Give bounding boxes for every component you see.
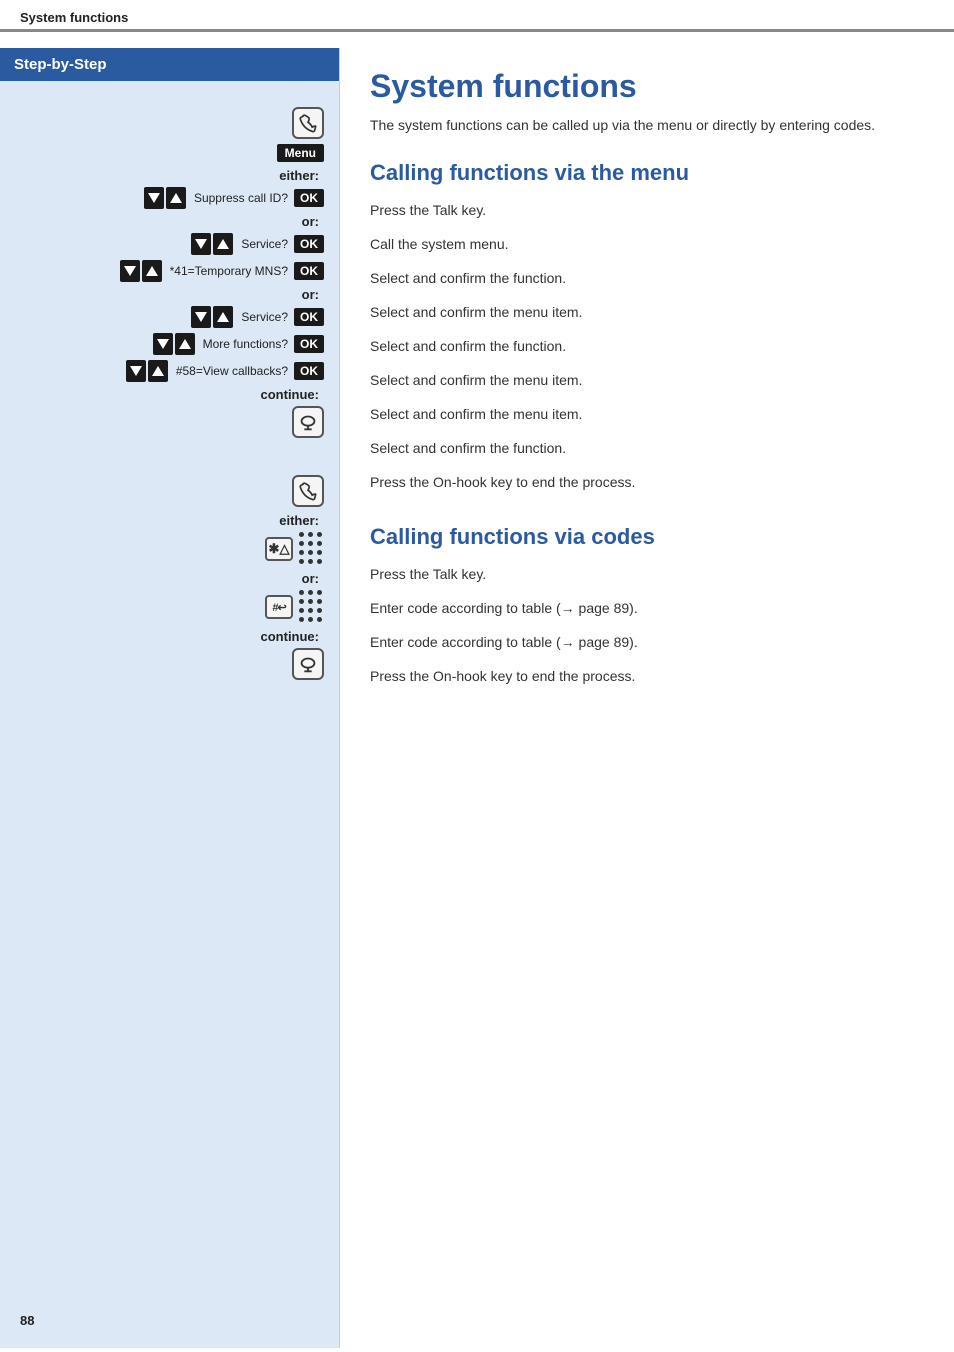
arrow-down-more[interactable] [153,333,173,355]
ok-more[interactable]: OK [294,335,324,353]
talk-key-icon-2 [292,475,324,507]
page-number: 88 [20,1313,34,1328]
content-more-fn: Select and confirm the menu item. [370,404,924,432]
sidebar-either-2: either: [10,513,329,528]
content-temp-mns: Select and confirm the function. [370,336,924,364]
arrow-up-mns[interactable] [142,260,162,282]
arrow-up-more[interactable] [175,333,195,355]
more-fn-instruction: Select and confirm the menu item. [370,404,924,425]
service1-text: Service? [241,237,288,251]
content-code-star: Enter code according to table (→ page 89… [370,598,924,626]
sidebar-talk-key-2 [10,475,329,507]
content-onhook-1: Press the On-hook key to end the process… [370,472,924,500]
arrow-down-service1[interactable] [191,233,211,255]
sidebar-or-1: or: [10,214,329,229]
content-suppress-call: Select and confirm the function. [370,268,924,296]
ok-service1[interactable]: OK [294,235,324,253]
sidebar-onhook-1 [10,406,329,438]
onhook-icon-1 [292,406,324,438]
service1-instruction: Select and confirm the menu item. [370,302,924,323]
section1-title: Calling functions via the menu [370,160,924,186]
nav-arrows-service1[interactable] [191,233,233,255]
code-star-instruction: Enter code according to table (→ page 89… [370,598,924,619]
header-title: System functions [20,10,128,25]
onhook2-instruction: Press the On-hook key to end the process… [370,666,924,687]
arrow-up-service1[interactable] [213,233,233,255]
sidebar-or-2: or: [10,287,329,302]
ok-callbacks[interactable]: OK [294,362,324,380]
ok-suppress[interactable]: OK [294,189,324,207]
sidebar-service-1: Service? OK [10,233,329,255]
sidebar-callbacks: #58=View callbacks? OK [10,360,329,382]
sidebar-talk-key-1 [10,107,329,139]
sidebar-service-2: Service? OK [10,306,329,328]
sidebar-hash-keypad: #↩ [10,590,329,624]
hash-keypad-group: #↩ [265,590,324,624]
arrow-up-service2[interactable] [213,306,233,328]
arrow-down-callbacks[interactable] [126,360,146,382]
sidebar-or-3: or: [10,571,329,586]
arrow-down-suppress[interactable] [144,187,164,209]
sidebar-content: Menu either: Suppress call ID? OK [0,91,339,705]
talk-key-instruction-2: Press the Talk key. [370,564,924,585]
sidebar-continue-1: continue: [10,387,329,402]
talk-key-instruction-1: Press the Talk key. [370,200,924,221]
sidebar-either-1: either: [10,168,329,183]
section2-title: Calling functions via codes [370,524,924,550]
arrow-down-mns[interactable] [120,260,140,282]
arrow-up-suppress[interactable] [166,187,186,209]
sidebar-star-keypad: ✱△ [10,532,329,566]
content-code-hash: Enter code according to table (→ page 89… [370,632,924,660]
star-key-icon: ✱△ [265,537,293,561]
nav-arrows-mns[interactable] [120,260,162,282]
hash-key-icon: #↩ [265,595,293,619]
sidebar-menu-btn: Menu [10,144,329,162]
main-content: System functions The system functions ca… [340,48,954,1348]
callbacks-instruction: Select and confirm the function. [370,438,924,459]
sidebar-temp-mns: *41=Temporary MNS? OK [10,260,329,282]
sidebar-header: Step-by-Step [0,48,339,81]
nav-arrows-more[interactable] [153,333,195,355]
star-keypad-group: ✱△ [265,532,324,566]
content-callbacks: Select and confirm the function. [370,438,924,466]
content-talk-key-2: Press the Talk key. [370,564,924,592]
sidebar: Step-by-Step Menu either: [0,48,340,1348]
content-service-2: Select and confirm the menu item. [370,370,924,398]
arrow-up-callbacks[interactable] [148,360,168,382]
more-fn-text: More functions? [203,337,288,351]
onhook-icon-2 [292,648,324,680]
content-onhook-2: Press the On-hook key to end the process… [370,666,924,694]
nav-arrows-callbacks[interactable] [126,360,168,382]
content-service-1: Select and confirm the menu item. [370,302,924,330]
keypad-dots-1 [299,532,324,566]
sidebar-continue-2: continue: [10,629,329,644]
code-hash-instruction: Enter code according to table (→ page 89… [370,632,924,653]
keypad-dots-2 [299,590,324,624]
service2-instruction: Select and confirm the menu item. [370,370,924,391]
page-header: System functions [0,0,954,31]
content-talk-key-1: Press the Talk key. [370,200,924,228]
suppress-call-text: Suppress call ID? [194,191,288,205]
talk-key-icon-1 [292,107,324,139]
intro-text: The system functions can be called up vi… [370,115,924,136]
ok-mns[interactable]: OK [294,262,324,280]
sidebar-suppress-call: Suppress call ID? OK [10,187,329,209]
nav-arrows-service2[interactable] [191,306,233,328]
service2-text: Service? [241,310,288,324]
sidebar-more-fn: More functions? OK [10,333,329,355]
content-menu: Call the system menu. [370,234,924,262]
mns-text: *41=Temporary MNS? [170,264,288,278]
suppress-instruction: Select and confirm the function. [370,268,924,289]
nav-arrows-suppress[interactable] [144,187,186,209]
menu-instruction: Call the system menu. [370,234,924,255]
menu-button[interactable]: Menu [277,144,324,162]
mns-instruction: Select and confirm the function. [370,336,924,357]
sidebar-onhook-2 [10,648,329,680]
page-title: System functions [370,68,924,105]
onhook1-instruction: Press the On-hook key to end the process… [370,472,924,493]
callbacks-text: #58=View callbacks? [176,364,288,378]
ok-service2[interactable]: OK [294,308,324,326]
arrow-down-service2[interactable] [191,306,211,328]
